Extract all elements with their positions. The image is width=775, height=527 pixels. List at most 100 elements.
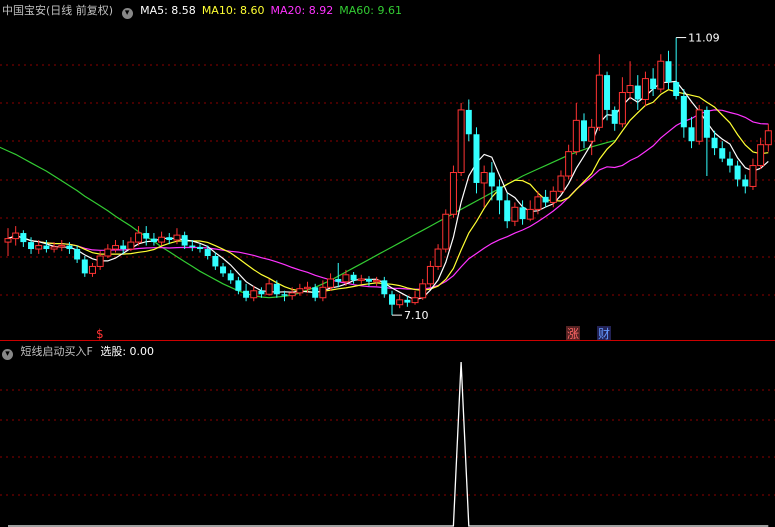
candle-body <box>43 245 50 250</box>
candle <box>88 262 96 277</box>
candle-body <box>28 242 35 250</box>
candle-body <box>519 207 526 220</box>
indicator-title: 短线启动买入F <box>20 345 93 358</box>
candle <box>434 244 442 270</box>
candle <box>726 151 733 173</box>
candle <box>665 50 672 90</box>
candle-body <box>365 278 372 282</box>
candle <box>581 113 587 149</box>
candle-body <box>88 265 96 274</box>
candle <box>749 158 757 190</box>
candle <box>465 99 472 142</box>
candle <box>757 137 765 170</box>
candle-body <box>703 109 710 138</box>
main-header: 中国宝安(日线 前复权) ▾ MA5: 8.58 MA10: 8.60 MA20: … <box>2 2 408 19</box>
candle-body <box>557 175 565 192</box>
ma-legend-item: MA60: 9.61 <box>339 4 402 17</box>
candle-body <box>265 283 273 295</box>
candle <box>695 105 703 145</box>
candle-body <box>150 238 157 243</box>
candle-body <box>442 213 450 250</box>
candle <box>419 278 427 300</box>
candle-body <box>250 290 258 299</box>
indicator-header: ▾ 短线启动买入F 选股: 0.00 <box>2 343 154 360</box>
candle <box>680 89 687 138</box>
candlestick-series <box>4 37 772 316</box>
high-price-label: 11.09 <box>688 32 720 45</box>
stock-title: 中国宝安(日线 前复权) <box>2 4 114 17</box>
candle-body <box>120 245 127 250</box>
candle-body <box>204 249 211 256</box>
candle <box>688 116 695 149</box>
ma-legend-item: MA5: 8.58 <box>140 4 196 17</box>
candle-body <box>496 186 503 201</box>
candle <box>273 280 280 298</box>
chevron-down-icon[interactable]: ▾ <box>121 8 133 19</box>
candle <box>220 262 227 277</box>
candle-body <box>526 208 534 220</box>
candle <box>496 179 503 215</box>
candle <box>373 276 381 286</box>
grid-lines <box>0 64 775 496</box>
candle-body <box>549 190 557 203</box>
candle <box>626 61 634 100</box>
candle <box>634 75 641 110</box>
candle <box>457 102 465 176</box>
candle <box>158 231 166 246</box>
candle-body <box>35 245 43 250</box>
candle <box>565 144 573 180</box>
candle-body <box>181 235 188 246</box>
candle <box>389 290 395 316</box>
candle <box>265 278 273 296</box>
candle-body <box>96 255 104 267</box>
ma20-line <box>7 109 769 290</box>
candle-body <box>711 137 718 149</box>
candle <box>357 274 365 284</box>
zhang-marker[interactable]: 涨 <box>567 326 579 341</box>
candle-body <box>618 92 626 125</box>
candle <box>557 170 565 194</box>
candle-body <box>350 274 357 281</box>
candle-body <box>465 109 472 135</box>
candle <box>673 37 680 100</box>
candle-body <box>426 265 434 285</box>
chevron-down-icon[interactable]: ▾ <box>2 349 13 360</box>
candle-body <box>20 233 27 243</box>
candle-body <box>312 287 319 298</box>
candle <box>81 256 88 277</box>
candle-body <box>273 283 280 295</box>
candle-body <box>657 60 665 90</box>
candle-body <box>166 237 173 240</box>
candle <box>426 260 434 288</box>
candle-body <box>626 85 634 94</box>
cai-marker[interactable]: 财 <box>598 327 610 341</box>
candle <box>480 165 488 208</box>
candle-body <box>304 286 312 290</box>
candle-body <box>258 290 265 295</box>
candle-body <box>4 238 12 243</box>
candle <box>572 102 580 156</box>
candle-body <box>220 266 227 274</box>
candle <box>595 54 603 131</box>
candle-body <box>319 286 327 299</box>
candle-body <box>449 172 457 215</box>
candle-body <box>189 245 196 247</box>
candle-body <box>695 109 703 142</box>
ma5-line <box>7 80 769 301</box>
candle-body <box>127 241 135 250</box>
candle <box>542 189 549 208</box>
candle <box>650 68 657 96</box>
ma-legend-item: MA10: 8.60 <box>201 4 265 17</box>
candle-body <box>12 232 20 240</box>
candle-body <box>688 127 695 142</box>
candle-body <box>650 78 657 90</box>
candle-body <box>112 245 120 250</box>
candle-body <box>534 196 542 210</box>
candle <box>504 193 511 229</box>
candle-body <box>357 278 365 281</box>
candle-body <box>227 273 234 281</box>
candle <box>227 269 234 284</box>
candle-body <box>197 246 203 250</box>
candle-body <box>634 85 641 100</box>
candle-body <box>581 120 587 142</box>
